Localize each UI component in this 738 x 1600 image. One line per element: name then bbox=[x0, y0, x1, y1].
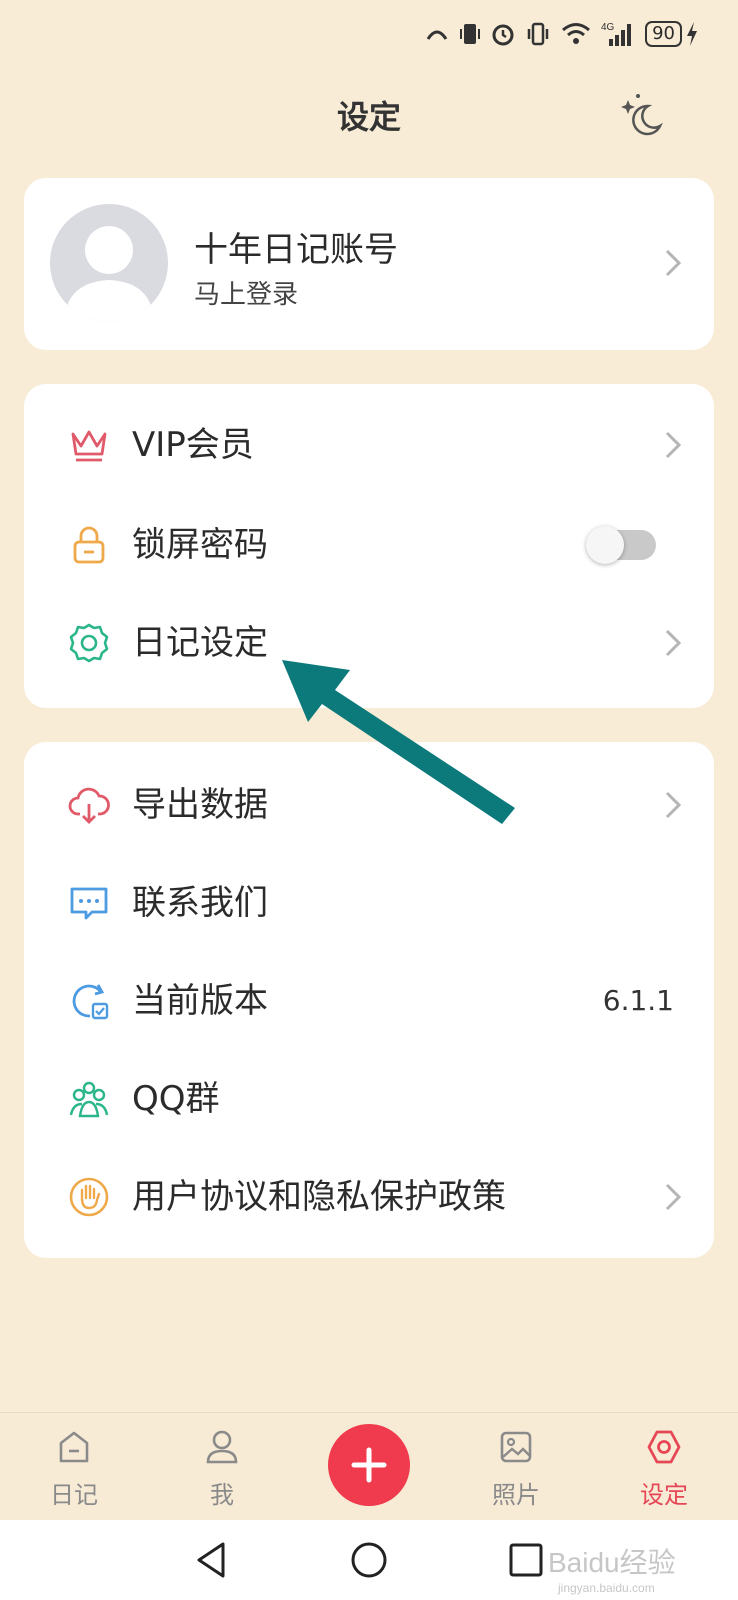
profile-name: 十年日记账号 bbox=[194, 230, 398, 270]
person-icon bbox=[206, 1430, 238, 1464]
tab-me-label: 我 bbox=[210, 1481, 234, 1509]
plus-icon bbox=[351, 1447, 387, 1483]
chevron-right-icon bbox=[665, 431, 682, 459]
cloud-download-icon bbox=[68, 787, 110, 824]
toggle-knob bbox=[586, 526, 624, 564]
settings-group-1: VIP会员 锁屏密码 日记设定 bbox=[24, 384, 714, 708]
chevron-right-icon bbox=[665, 1183, 682, 1211]
chat-icon bbox=[70, 887, 108, 920]
battery-level: 90 bbox=[645, 21, 682, 47]
contact-us-label: 联系我们 bbox=[132, 883, 268, 923]
tab-diary[interactable]: 日记 bbox=[14, 1413, 134, 1521]
lock-icon bbox=[73, 526, 105, 564]
tab-photos-label: 照片 bbox=[492, 1481, 540, 1509]
settings-group-2: 导出数据 联系我们 当前版本 6.1.1 QQ群 用户协议和隐私保护政策 bbox=[24, 742, 714, 1258]
back-icon[interactable] bbox=[193, 1540, 229, 1580]
chevron-right-icon bbox=[665, 791, 682, 819]
chevron-right-icon bbox=[665, 249, 682, 277]
vibrate-mode-icon bbox=[460, 24, 481, 44]
signal-icon: 4G bbox=[601, 22, 632, 46]
watermark-sub: jingyan.baidu.com bbox=[557, 1581, 655, 1595]
home-icon[interactable] bbox=[349, 1540, 389, 1580]
default-avatar-icon bbox=[64, 226, 154, 322]
gear-icon bbox=[69, 623, 109, 663]
version-value: 6.1.1 bbox=[602, 984, 674, 1017]
tab-me[interactable]: 我 bbox=[162, 1413, 282, 1521]
avatar[interactable] bbox=[50, 204, 168, 322]
tab-diary-label: 日记 bbox=[50, 1481, 98, 1509]
profile-card[interactable]: 十年日记账号 马上登录 bbox=[24, 178, 714, 350]
lock-screen-row: 锁屏密码 bbox=[24, 496, 714, 594]
charging-icon bbox=[687, 22, 697, 46]
tab-settings[interactable]: 设定 bbox=[604, 1413, 724, 1521]
settings-icon bbox=[647, 1430, 681, 1464]
version-row: 当前版本 6.1.1 bbox=[24, 952, 714, 1050]
watermark-logo: Baidu经验 jingyan.baidu.com bbox=[548, 1547, 676, 1595]
lock-screen-toggle[interactable] bbox=[586, 526, 656, 564]
lock-screen-label: 锁屏密码 bbox=[132, 525, 268, 565]
status-bar: 4G 90 bbox=[425, 14, 698, 54]
night-mode-icon[interactable] bbox=[614, 88, 670, 144]
nfc-icon bbox=[426, 30, 448, 40]
recents-icon[interactable] bbox=[508, 1540, 544, 1580]
diary-settings-label: 日记设定 bbox=[132, 623, 268, 663]
wifi-icon bbox=[562, 23, 591, 44]
vip-label: VIP会员 bbox=[132, 425, 254, 465]
export-data-label: 导出数据 bbox=[132, 785, 268, 825]
vip-row[interactable]: VIP会员 bbox=[24, 396, 714, 494]
tab-photos[interactable]: 照片 bbox=[456, 1413, 576, 1521]
diary-settings-row[interactable]: 日记设定 bbox=[24, 594, 714, 692]
user-agreement-row[interactable]: 用户协议和隐私保护政策 bbox=[24, 1148, 714, 1246]
watermark-text: Baidu经验 bbox=[548, 1547, 676, 1578]
qq-group-row[interactable]: QQ群 bbox=[24, 1050, 714, 1148]
export-data-row[interactable]: 导出数据 bbox=[24, 756, 714, 854]
tab-settings-label: 设定 bbox=[640, 1481, 688, 1509]
battery-indicator: 90 bbox=[645, 21, 698, 47]
contact-us-row[interactable]: 联系我们 bbox=[24, 854, 714, 952]
user-agreement-label: 用户协议和隐私保护政策 bbox=[132, 1177, 506, 1217]
vibrate-icon bbox=[527, 22, 549, 46]
hand-icon bbox=[69, 1177, 109, 1217]
version-label: 当前版本 bbox=[132, 981, 268, 1021]
qq-group-label: QQ群 bbox=[132, 1079, 220, 1119]
crown-icon bbox=[71, 430, 107, 462]
photo-icon bbox=[500, 1431, 532, 1463]
login-prompt[interactable]: 马上登录 bbox=[194, 274, 298, 311]
diary-icon bbox=[59, 1431, 89, 1463]
group-icon bbox=[69, 1081, 109, 1118]
network-label: 4G bbox=[601, 22, 615, 33]
add-entry-button[interactable] bbox=[328, 1424, 410, 1506]
refresh-check-icon bbox=[72, 984, 109, 1020]
system-nav-bar: Baidu经验 jingyan.baidu.com bbox=[0, 1520, 738, 1600]
chevron-right-icon bbox=[665, 629, 682, 657]
alarm-icon bbox=[492, 24, 514, 46]
